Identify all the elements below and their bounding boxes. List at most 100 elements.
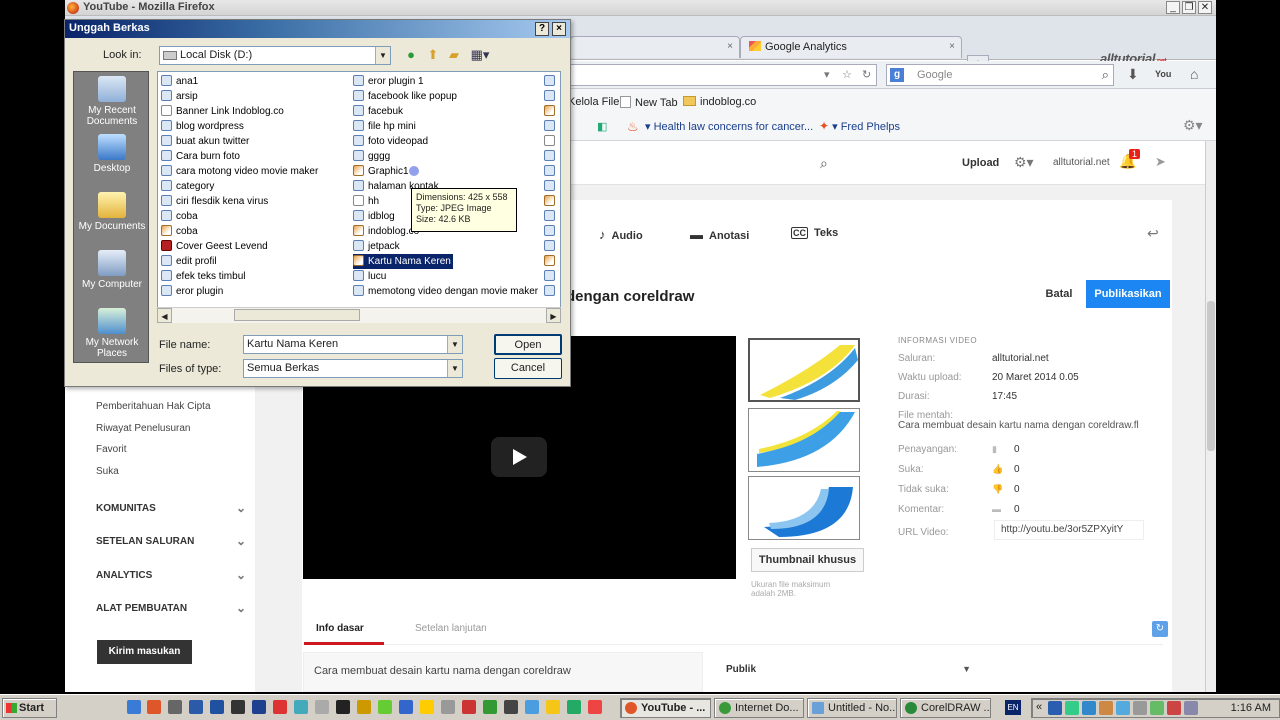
file-icon-partial[interactable] [544,149,559,164]
sidebar-section-analytics[interactable]: ANALYTICS ⌄ [96,568,246,582]
sidebar-item-copyright[interactable]: Pemberitahuan Hak Cipta [96,401,211,412]
dropdown-icon[interactable]: ▾ [824,68,830,81]
help-button[interactable]: ? [535,22,549,36]
file-icon-partial[interactable] [544,134,559,149]
list-item[interactable]: hh [353,194,379,209]
place-my-documents[interactable]: My Documents [74,192,150,232]
tray-icon[interactable] [1082,701,1096,715]
sidebar-section-channel-settings[interactable]: SETELAN SALURAN ⌄ [96,534,246,548]
cancel-button[interactable]: Batal [1037,281,1081,308]
scroll-right-icon[interactable]: ▶ [546,308,561,323]
account-name[interactable]: alltutorial.net [1053,157,1110,168]
sidebar-section-creation-tools[interactable]: ALAT PEMBUATAN ⌄ [96,601,246,615]
cancel-button[interactable]: Cancel [494,358,562,379]
place-recent-documents[interactable]: My Recent Documents [74,76,150,127]
list-item[interactable]: Banner Link Indoblog.co [161,104,284,119]
up-folder-icon[interactable]: ⬆ [425,47,441,63]
file-icon-partial[interactable] [544,74,559,89]
list-item-selected[interactable]: Kartu Nama Keren [353,254,453,269]
quicklaunch-icon[interactable] [378,700,392,714]
sidebar-item-likes[interactable]: Suka [96,466,119,477]
custom-thumbnail-button[interactable]: Thumbnail khusus [751,548,864,572]
list-item[interactable]: eror plugin 1 [353,74,424,89]
minimize-button[interactable]: _ [1166,1,1180,14]
list-item[interactable]: facebuk [353,104,403,119]
scroll-thumb[interactable] [234,309,360,321]
video-url-field[interactable]: http://youtu.be/3or5ZPXyitY [994,520,1144,540]
search-bar[interactable]: g Google ⌕ [886,64,1114,86]
list-item[interactable]: eror plugin [161,284,223,299]
tray-icon[interactable] [1150,701,1164,715]
file-icon-partial[interactable] [544,224,559,239]
start-button[interactable]: Start [2,698,57,718]
language-indicator[interactable]: EN [1005,700,1021,715]
file-icon-partial[interactable] [544,119,559,134]
list-item[interactable]: facebook like popup [353,89,457,104]
horizontal-scrollbar[interactable]: ◀ ▶ [157,307,561,323]
close-window-button[interactable]: ✕ [1198,1,1212,14]
sidebar-item-favorites[interactable]: Favorit [96,444,127,455]
view-menu-icon[interactable]: ▦▾ [469,47,491,63]
search-icon[interactable]: ⌕ [1102,67,1109,83]
file-icon-partial[interactable] [544,209,559,224]
list-item[interactable]: category [161,179,214,194]
tray-icon[interactable] [1065,701,1079,715]
file-icon-partial[interactable] [544,179,559,194]
quicklaunch-icon[interactable] [273,700,287,714]
tray-icon[interactable] [1116,701,1130,715]
list-item[interactable]: coba [161,209,198,224]
list-item[interactable]: lucu [353,269,386,284]
list-item[interactable]: coba [161,224,198,239]
tool-audio[interactable]: ♪ Audio [599,227,643,242]
thumbnail-option-1[interactable] [748,338,860,402]
quicklaunch-icon[interactable] [504,700,518,714]
youtube-icon[interactable]: You [1155,69,1171,79]
history-icon[interactable]: ↻ [1152,621,1168,637]
bookmark-indoblog[interactable]: indoblog.co [683,96,756,108]
quicklaunch-icon[interactable] [294,700,308,714]
list-item[interactable]: gggg [353,149,390,164]
file-icon-partial[interactable] [544,89,559,104]
list-item[interactable]: memotong video dengan movie maker [353,284,538,299]
taskbar-item-notepad[interactable]: Untitled - No... [807,698,897,718]
taskbar-item-youtube[interactable]: YouTube - ... [620,698,711,718]
quicklaunch-icon[interactable] [441,700,455,714]
list-item[interactable]: ana1 [161,74,198,89]
quicklaunch-icon[interactable] [147,700,161,714]
privacy-select[interactable]: Publik ▼ [716,652,981,692]
fire-icon[interactable]: ♨ [627,119,639,135]
quicklaunch-icon[interactable] [315,700,329,714]
quicklaunch-icon[interactable] [127,700,141,714]
bookmark-star-icon[interactable]: ☆ [842,68,852,81]
look-in-select[interactable]: Local Disk (D:) ▼ [159,46,391,65]
place-my-computer[interactable]: My Computer [74,250,150,290]
quicklaunch-icon[interactable] [588,700,602,714]
close-tab-icon[interactable]: × [949,41,955,52]
tray-icon[interactable] [1048,701,1062,715]
undo-icon[interactable]: ↩ [1147,225,1159,242]
bookmark-kelola-file[interactable]: Kelola File [568,96,619,108]
url-bar[interactable]: ▾ ☆ ↻ [565,64,877,86]
restore-button[interactable]: ❐ [1182,1,1196,14]
list-item[interactable]: efek teks timbul [161,269,245,284]
tray-icon[interactable] [1167,701,1181,715]
list-item[interactable]: arsip [161,89,198,104]
quicklaunch-icon[interactable] [168,700,182,714]
search-icon[interactable]: ⌕ [820,155,828,172]
place-desktop[interactable]: Desktop [74,134,150,174]
tool-captions[interactable]: CC Teks [791,227,838,239]
quicklaunch-icon[interactable] [399,700,413,714]
taskbar-item-coreldraw[interactable]: CorelDRAW ... [900,698,991,718]
list-item[interactable]: ciri flesdik kena virus [161,194,268,209]
bookmark-icon[interactable]: ◧ [597,120,607,133]
quicklaunch-icon[interactable] [462,700,476,714]
share-icon[interactable]: ➤ [1155,154,1166,170]
list-item[interactable]: jetpack [353,239,400,254]
list-item[interactable]: Cover Geest Levend [161,239,268,254]
list-item[interactable]: buat akun twitter [161,134,249,149]
quicklaunch-icon[interactable] [567,700,581,714]
bookmark-new-tab[interactable]: New Tab [620,96,678,109]
tray-icon[interactable] [1133,701,1147,715]
title-input[interactable]: Cara membuat desain kartu nama dengan co… [303,652,703,692]
sidebar-item-history[interactable]: Riwayat Penelusuran [96,423,191,434]
